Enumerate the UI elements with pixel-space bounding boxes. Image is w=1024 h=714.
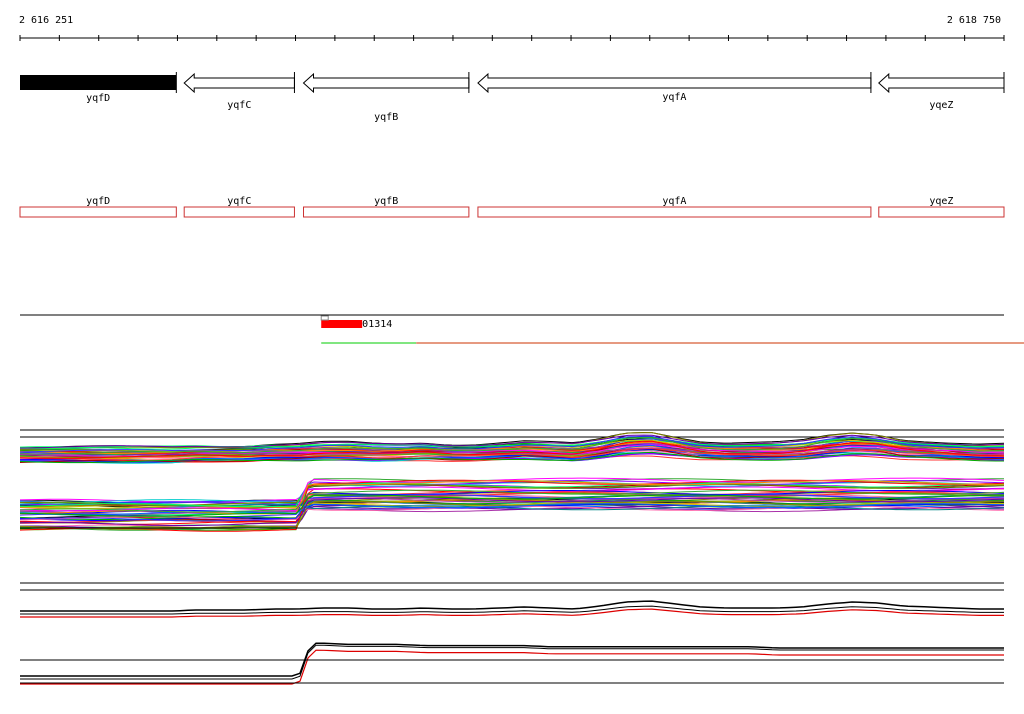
gene-box-yqfA[interactable]	[477, 206, 872, 218]
gene-arrow-yqfA[interactable]	[477, 72, 872, 94]
gene-label-yqeZ: yqeZ	[929, 100, 953, 111]
genome-browser-canvas: 2 616 251 2 618 750 yqfD yqfC yqfB yqfA yqeZ…	[19, 15, 1024, 685]
gene-arrow-yqfB[interactable]	[302, 72, 470, 94]
gene-box-track: yqfD yqfC yqfB yqfA yqeZ	[19, 196, 1005, 218]
gene-arrow-yqfD[interactable]	[20, 75, 177, 90]
gene-arrow-yqeZ[interactable]	[878, 72, 1005, 94]
range-end-label: 2 618 750	[947, 15, 1001, 26]
gene-label-yqfC: yqfC	[227, 100, 251, 111]
summary-trace-group	[20, 600, 1004, 685]
feature-handle[interactable]	[320, 315, 329, 321]
gene-label-yqfD: yqfD	[86, 93, 110, 104]
gene-box-label-yqfA: yqfA	[662, 196, 686, 207]
gene-arrow-track: yqfD yqfC yqfB yqfA yqeZ	[20, 72, 1005, 123]
gene-label-yqfA: yqfA	[662, 92, 686, 103]
feature-box[interactable]	[321, 320, 363, 328]
gene-box-label-yqfC: yqfC	[227, 196, 251, 207]
feature-label: 01314	[362, 319, 392, 330]
gene-arrow-yqfC[interactable]	[183, 72, 295, 94]
gene-box-yqfD[interactable]	[19, 206, 177, 218]
summary-lower-trace	[20, 644, 1004, 680]
gene-box-label-yqfD: yqfD	[86, 196, 110, 207]
range-start-label: 2 616 251	[19, 15, 73, 26]
gene-box-label-yqeZ: yqeZ	[929, 196, 953, 207]
gene-box-yqfB[interactable]	[303, 206, 470, 218]
gene-box-yqfC[interactable]	[183, 206, 295, 218]
gene-box-yqeZ[interactable]	[878, 206, 1005, 218]
gene-box-label-yqfB: yqfB	[374, 196, 398, 207]
lower-trace-group	[19, 477, 1005, 532]
gene-label-yqfB: yqfB	[374, 112, 398, 123]
